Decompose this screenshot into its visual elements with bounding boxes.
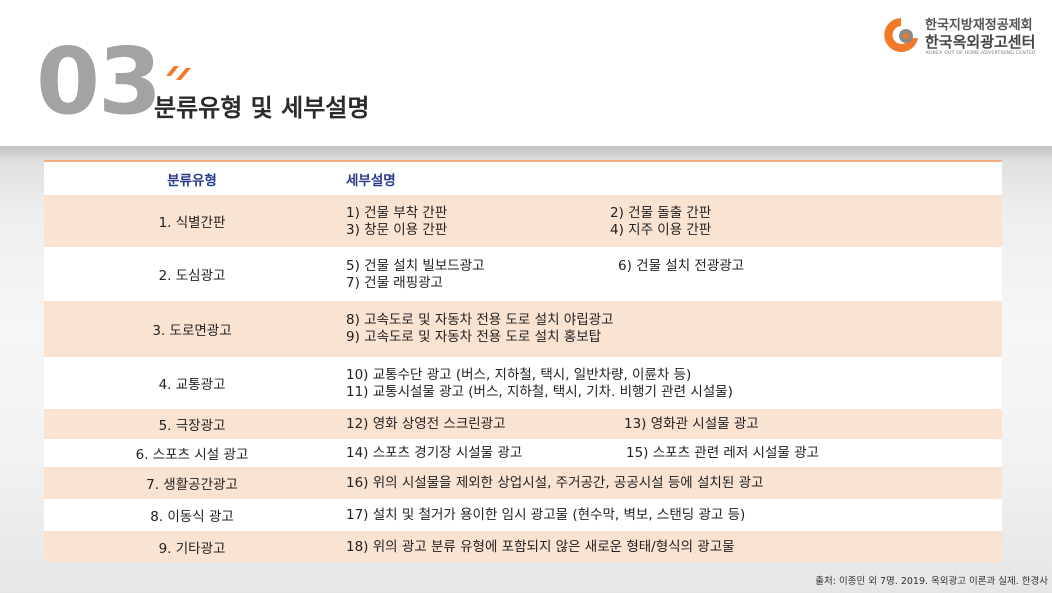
logo-emblem-icon: [884, 18, 918, 52]
desc-item: 10) 교통수단 광고 (버스, 지하철, 택시, 일반차량, 이륜차 등): [346, 367, 692, 383]
table-header-row: 분류유형 세부설명: [44, 162, 1002, 195]
desc-item: 2) 건물 돌출 간판: [610, 205, 712, 221]
row-description: 5) 건물 설치 빌보드광고 6) 건물 설치 전광광고 7) 건물 래핑광고: [346, 247, 1002, 301]
row-description: 1) 건물 부착 간판 2) 건물 돌출 간판 3) 창문 이용 간판 4) 지…: [346, 195, 1002, 247]
row-category: 4. 교통광고: [158, 377, 226, 393]
desc-item: 17) 설치 및 철거가 용이한 임시 광고물 (현수막, 벽보, 스탠딩 광고…: [346, 507, 746, 523]
table-row: 4. 교통광고 10) 교통수단 광고 (버스, 지하철, 택시, 일반차량, …: [44, 357, 1002, 409]
desc-item: 18) 위의 광고 분류 유형에 포함되지 않은 새로운 형태/형식의 광고물: [346, 539, 735, 555]
desc-item: 5) 건물 설치 빌보드광고: [346, 258, 485, 274]
table-row: 6. 스포츠 시설 광고 14) 스포츠 경기장 시설물 광고 15) 스포츠 …: [44, 439, 1002, 467]
classification-table: 분류유형 세부설명 1. 식별간판 1) 건물 부착 간판 2) 건물 돌출 간…: [44, 160, 1002, 562]
desc-item: 13) 영화관 시설물 광고: [624, 416, 759, 432]
row-description: 8) 고속도로 및 자동차 전용 도로 설치 야립광고 9) 고속도로 및 자동…: [346, 301, 1002, 357]
row-description: 16) 위의 시설물을 제외한 상업시설, 주거공간, 공공시설 등에 설치된 …: [346, 467, 1002, 499]
row-description: 18) 위의 광고 분류 유형에 포함되지 않은 새로운 형태/형식의 광고물: [346, 531, 1002, 562]
row-category: 3. 도로면광고: [152, 323, 232, 339]
row-description: 12) 영화 상영전 스크린광고 13) 영화관 시설물 광고: [346, 409, 1002, 439]
header-description: 세부설명: [346, 172, 396, 189]
table-row: 8. 이동식 광고 17) 설치 및 철거가 용이한 임시 광고물 (현수막, …: [44, 499, 1002, 531]
desc-item: 8) 고속도로 및 자동차 전용 도로 설치 야립광고: [346, 312, 614, 328]
row-description: 17) 설치 및 철거가 용이한 임시 광고물 (현수막, 벽보, 스탠딩 광고…: [346, 499, 1002, 531]
logo-text-line2: 한국옥외광고센터: [925, 33, 1036, 51]
row-category: 6. 스포츠 시설 광고: [135, 447, 249, 463]
desc-item: 9) 고속도로 및 자동차 전용 도로 설치 홍보탑: [346, 329, 602, 345]
table-row: 3. 도로면광고 8) 고속도로 및 자동차 전용 도로 설치 야립광고 9) …: [44, 301, 1002, 357]
table-row: 7. 생활공간광고 16) 위의 시설물을 제외한 상업시설, 주거공간, 공공…: [44, 467, 1002, 499]
organization-logo: 한국지방재정공제회 한국옥외광고센터 KOREA OUT OF HOME ADV…: [880, 12, 1046, 62]
row-category: 8. 이동식 광고: [150, 509, 234, 525]
page-header: 03 분류유형 및 세부설명 한국지방재정공제회 한국옥외광고센터 KOREA …: [0, 0, 1052, 146]
desc-item: 4) 지주 이용 간판: [610, 222, 712, 238]
row-description: 14) 스포츠 경기장 시설물 광고 15) 스포츠 관련 레저 시설물 광고: [346, 439, 1002, 467]
row-category: 7. 생활공간광고: [146, 477, 238, 493]
row-description: 10) 교통수단 광고 (버스, 지하철, 택시, 일반차량, 이륜차 등) 1…: [346, 357, 1002, 409]
header-category: 분류유형: [167, 172, 217, 189]
table-row: 2. 도심광고 5) 건물 설치 빌보드광고 6) 건물 설치 전광광고 7) …: [44, 247, 1002, 301]
desc-item: 3) 창문 이용 간판: [346, 222, 448, 238]
desc-item: 7) 건물 래핑광고: [346, 275, 443, 291]
desc-item: 16) 위의 시설물을 제외한 상업시설, 주거공간, 공공시설 등에 설치된 …: [346, 475, 764, 491]
source-citation: 출처: 이종민 외 7명. 2019. 옥외광고 이론과 실제. 한경사: [815, 576, 1048, 587]
section-number: 03: [36, 28, 162, 135]
desc-item: 14) 스포츠 경기장 시설물 광고: [346, 445, 523, 461]
desc-item: 6) 건물 설치 전광광고: [618, 258, 745, 274]
row-category: 1. 식별간판: [158, 215, 226, 231]
desc-item: 12) 영화 상영전 스크린광고: [346, 416, 506, 432]
row-category: 9. 기타광고: [158, 540, 226, 557]
desc-item: 1) 건물 부착 간판: [346, 205, 448, 221]
table-row: 1. 식별간판 1) 건물 부착 간판 2) 건물 돌출 간판 3) 창문 이용…: [44, 195, 1002, 247]
desc-item: 15) 스포츠 관련 레저 시설물 광고: [626, 445, 819, 461]
table-row: 5. 극장광고 12) 영화 상영전 스크린광고 13) 영화관 시설물 광고: [44, 409, 1002, 439]
slash-accent-icon: [166, 66, 191, 80]
table-row: 9. 기타광고 18) 위의 광고 분류 유형에 포함되지 않은 새로운 형태/…: [44, 531, 1002, 562]
row-category: 2. 도심광고: [158, 268, 226, 284]
page-title: 분류유형 및 세부설명: [154, 94, 370, 122]
logo-text-line3: KOREA OUT OF HOME ADVERTISING CENTER: [926, 51, 1036, 56]
desc-item: 11) 교통시설물 광고 (버스, 지하철, 택시, 기차. 비행기 관련 시설…: [346, 384, 733, 400]
row-category: 5. 극장광고: [158, 418, 226, 434]
